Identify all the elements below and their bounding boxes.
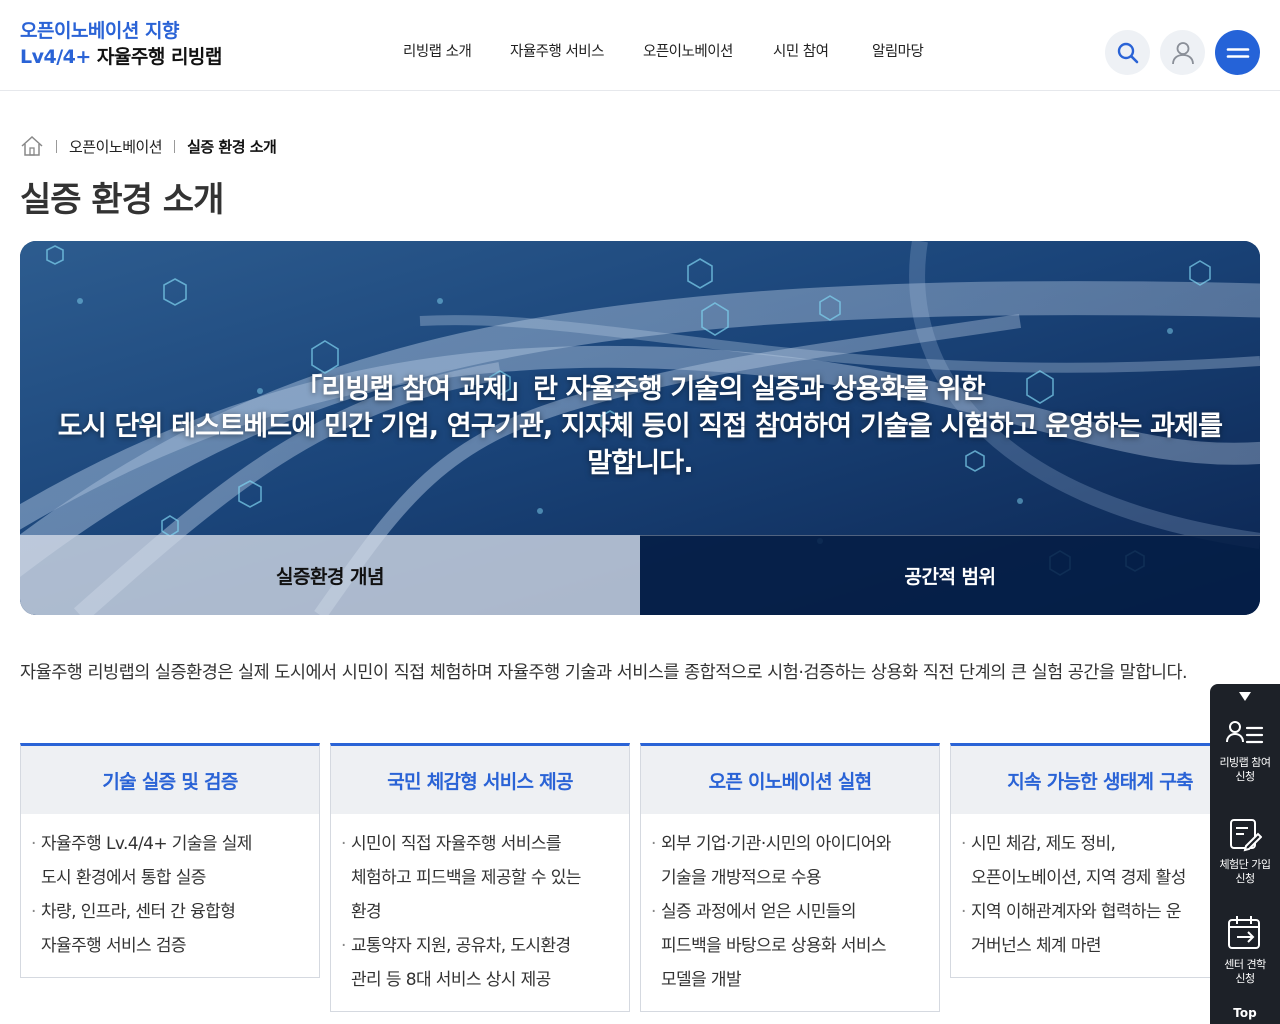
card-bullet: 외부 기업·기관·시민의 아이디어와기술을 개방적으로 수용 (651, 827, 929, 895)
card-bullet-line: 기술을 개방적으로 수용 (661, 868, 822, 888)
hero-tabs: 실증환경 개념 공간적 범위 (20, 535, 1260, 615)
nav-item-services[interactable]: 자율주행 서비스 (510, 40, 605, 61)
quick-item-label: 체험단 가입 (1219, 858, 1271, 871)
card-body: 외부 기업·기관·시민의 아이디어와기술을 개방적으로 수용 실증 과정에서 얻… (641, 814, 939, 1011)
quick-item-center-tour[interactable]: 센터 견학 신청 (1210, 914, 1280, 986)
quick-item-experience-apply[interactable]: 체험단 가입 신청 (1210, 818, 1280, 886)
nav-item-participation[interactable]: 시민 참여 (773, 40, 829, 61)
search-button[interactable] (1105, 30, 1150, 75)
hero-description: 「리빙랩 참여 과제」란 자율주행 기술의 실증과 상용화를 위한 도시 단위 … (20, 371, 1260, 482)
card-bullet-line: 관리 등 8대 서비스 상시 제공 (351, 970, 551, 990)
search-icon (1117, 42, 1138, 63)
breadcrumb-separator (56, 139, 57, 153)
card-bullet-line: 오픈이노베이션, 지역 경제 활성 (971, 868, 1186, 888)
member-list-icon (1226, 721, 1264, 744)
intro-text: 자율주행 리빙랩의 실증환경은 실제 도시에서 시민이 직접 체험하며 자율주행… (20, 663, 1188, 683)
card-bullet-line: 피드백을 바탕으로 상용화 서비스 (661, 936, 887, 956)
quick-item-label: 신청 (1235, 872, 1255, 885)
card-tech-verification: 기술 실증 및 검증 자율주행 Lv.4/4+ 기술을 실제도시 환경에서 통합… (20, 743, 320, 978)
card-ecosystem: 지속 가능한 생태계 구축 시민 체감, 제도 정비, 오픈이노베이션, 지역 경… (950, 743, 1250, 978)
card-bullet-line: 모델을 개발 (661, 970, 742, 990)
calendar-arrow-icon (1228, 916, 1260, 949)
quick-item-livinglab-apply[interactable]: 리빙랩 참여 신청 (1210, 718, 1280, 784)
quick-menu: 리빙랩 참여 신청 체험단 가입 신청 센터 견학 신청 Top (1210, 684, 1280, 1024)
main-nav: 리빙랩 소개 자율주행 서비스 오픈이노베이션 시민 참여 알림마당 (0, 40, 1280, 64)
card-bullet-line: 자율주행 Lv.4/4+ 기술을 실제 (41, 834, 252, 854)
quick-item-label: 신청 (1235, 770, 1255, 783)
card-bullet: 시민이 직접 자율주행 서비스를체험하고 피드백을 제공할 수 있는환경 (341, 827, 619, 929)
card-bullet: 차량, 인프라, 센터 간 융합형자율주행 서비스 검증 (31, 895, 309, 963)
card-body: 시민 체감, 제도 정비, 오픈이노베이션, 지역 경제 활성 지역 이해관계자와… (951, 814, 1249, 977)
card-bullet: 시민 체감, 제도 정비, 오픈이노베이션, 지역 경제 활성 (961, 827, 1239, 895)
quick-menu-toggle[interactable] (1210, 687, 1280, 707)
page-title: 실증 환경 소개 (20, 180, 224, 220)
card-bullet-line: 시민이 직접 자율주행 서비스를 (351, 834, 562, 854)
nav-item-about[interactable]: 리빙랩 소개 (403, 40, 472, 61)
user-icon (1171, 41, 1194, 64)
card-bullet-line: 지역 이해관계자와 협력하는 운 (971, 902, 1182, 922)
card-title: 지속 가능한 생태계 구축 (951, 746, 1249, 814)
hamburger-icon (1226, 47, 1249, 58)
card-title: 오픈 이노베이션 실현 (641, 746, 939, 814)
breadcrumb-current: 실증 환경 소개 (187, 137, 277, 156)
card-body: 자율주행 Lv.4/4+ 기술을 실제도시 환경에서 통합 실증 차량, 인프라… (21, 814, 319, 977)
card-bullet: 교통약자 지원, 공유차, 도시환경관리 등 8대 서비스 상시 제공 (341, 929, 619, 997)
card-title: 기술 실증 및 검증 (21, 746, 319, 814)
quick-item-label: 리빙랩 참여 (1219, 756, 1271, 769)
hero-banner: 「리빙랩 참여 과제」란 자율주행 기술의 실증과 상용화를 위한 도시 단위 … (20, 241, 1260, 615)
card-bullet-line: 도시 환경에서 통합 실증 (41, 868, 206, 888)
card-bullet-line: 거버넌스 체계 마련 (971, 936, 1102, 956)
quick-item-label: 신청 (1235, 972, 1255, 985)
site-header: 오픈이노베이션 지향 Lv4/4+ 자율주행 리빙랩 리빙랩 소개 자율주행 서… (0, 0, 1280, 91)
card-bullet: 실증 과정에서 얻은 시민들의피드백을 바탕으로 상용화 서비스모델을 개발 (651, 895, 929, 997)
breadcrumb-separator (174, 139, 176, 153)
card-bullet-line: 외부 기업·기관·시민의 아이디어와 (661, 834, 891, 854)
home-icon[interactable] (20, 135, 44, 157)
tab-spatial-scope[interactable]: 공간적 범위 (640, 535, 1260, 615)
card-bullet-line: 교통약자 지원, 공유차, 도시환경 (351, 936, 571, 956)
card-bullet: 지역 이해관계자와 협력하는 운거버넌스 체계 마련 (961, 895, 1239, 963)
card-bullet-line: 실증 과정에서 얻은 시민들의 (661, 902, 857, 922)
card-open-innovation: 오픈 이노베이션 실현 외부 기업·기관·시민의 아이디어와기술을 개방적으로 … (640, 743, 940, 1012)
hero-line-1: 「리빙랩 참여 과제」란 자율주행 기술의 실증과 상용화를 위한 (295, 374, 985, 405)
card-title: 국민 체감형 서비스 제공 (331, 746, 629, 814)
nav-item-open-innovation[interactable]: 오픈이노베이션 (643, 40, 733, 61)
tab-concept[interactable]: 실증환경 개념 (20, 535, 640, 615)
card-bullet-line: 자율주행 서비스 검증 (41, 936, 187, 956)
card-bullet-line: 차량, 인프라, 센터 간 융합형 (41, 902, 236, 922)
edit-document-icon (1230, 819, 1262, 852)
scroll-top-button[interactable]: Top (1210, 1006, 1280, 1020)
hero-line-3: 말합니다. (587, 448, 693, 479)
triangle-down-icon (1239, 692, 1251, 701)
hero-line-2: 도시 단위 테스트베드에 민간 기업, 연구기관, 지자체 등이 직접 참여하여… (57, 411, 1223, 442)
nav-item-notice[interactable]: 알림마당 (872, 40, 924, 61)
card-bullet-line: 체험하고 피드백을 제공할 수 있는 (351, 868, 581, 888)
card-body: 시민이 직접 자율주행 서비스를체험하고 피드백을 제공할 수 있는환경 교통약… (331, 814, 629, 1011)
breadcrumb: 오픈이노베이션 실증 환경 소개 (20, 134, 277, 158)
quick-item-label: 센터 견학 (1224, 958, 1266, 971)
breadcrumb-item[interactable]: 오픈이노베이션 (69, 136, 163, 157)
card-citizen-service: 국민 체감형 서비스 제공 시민이 직접 자율주행 서비스를체험하고 피드백을 … (330, 743, 630, 1012)
card-bullet-line: 환경 (351, 902, 382, 922)
all-menu-button[interactable] (1215, 30, 1260, 75)
login-button[interactable] (1160, 30, 1205, 75)
card-bullet: 자율주행 Lv.4/4+ 기술을 실제도시 환경에서 통합 실증 (31, 827, 309, 895)
card-bullet-line: 시민 체감, 제도 정비, (971, 834, 1116, 854)
